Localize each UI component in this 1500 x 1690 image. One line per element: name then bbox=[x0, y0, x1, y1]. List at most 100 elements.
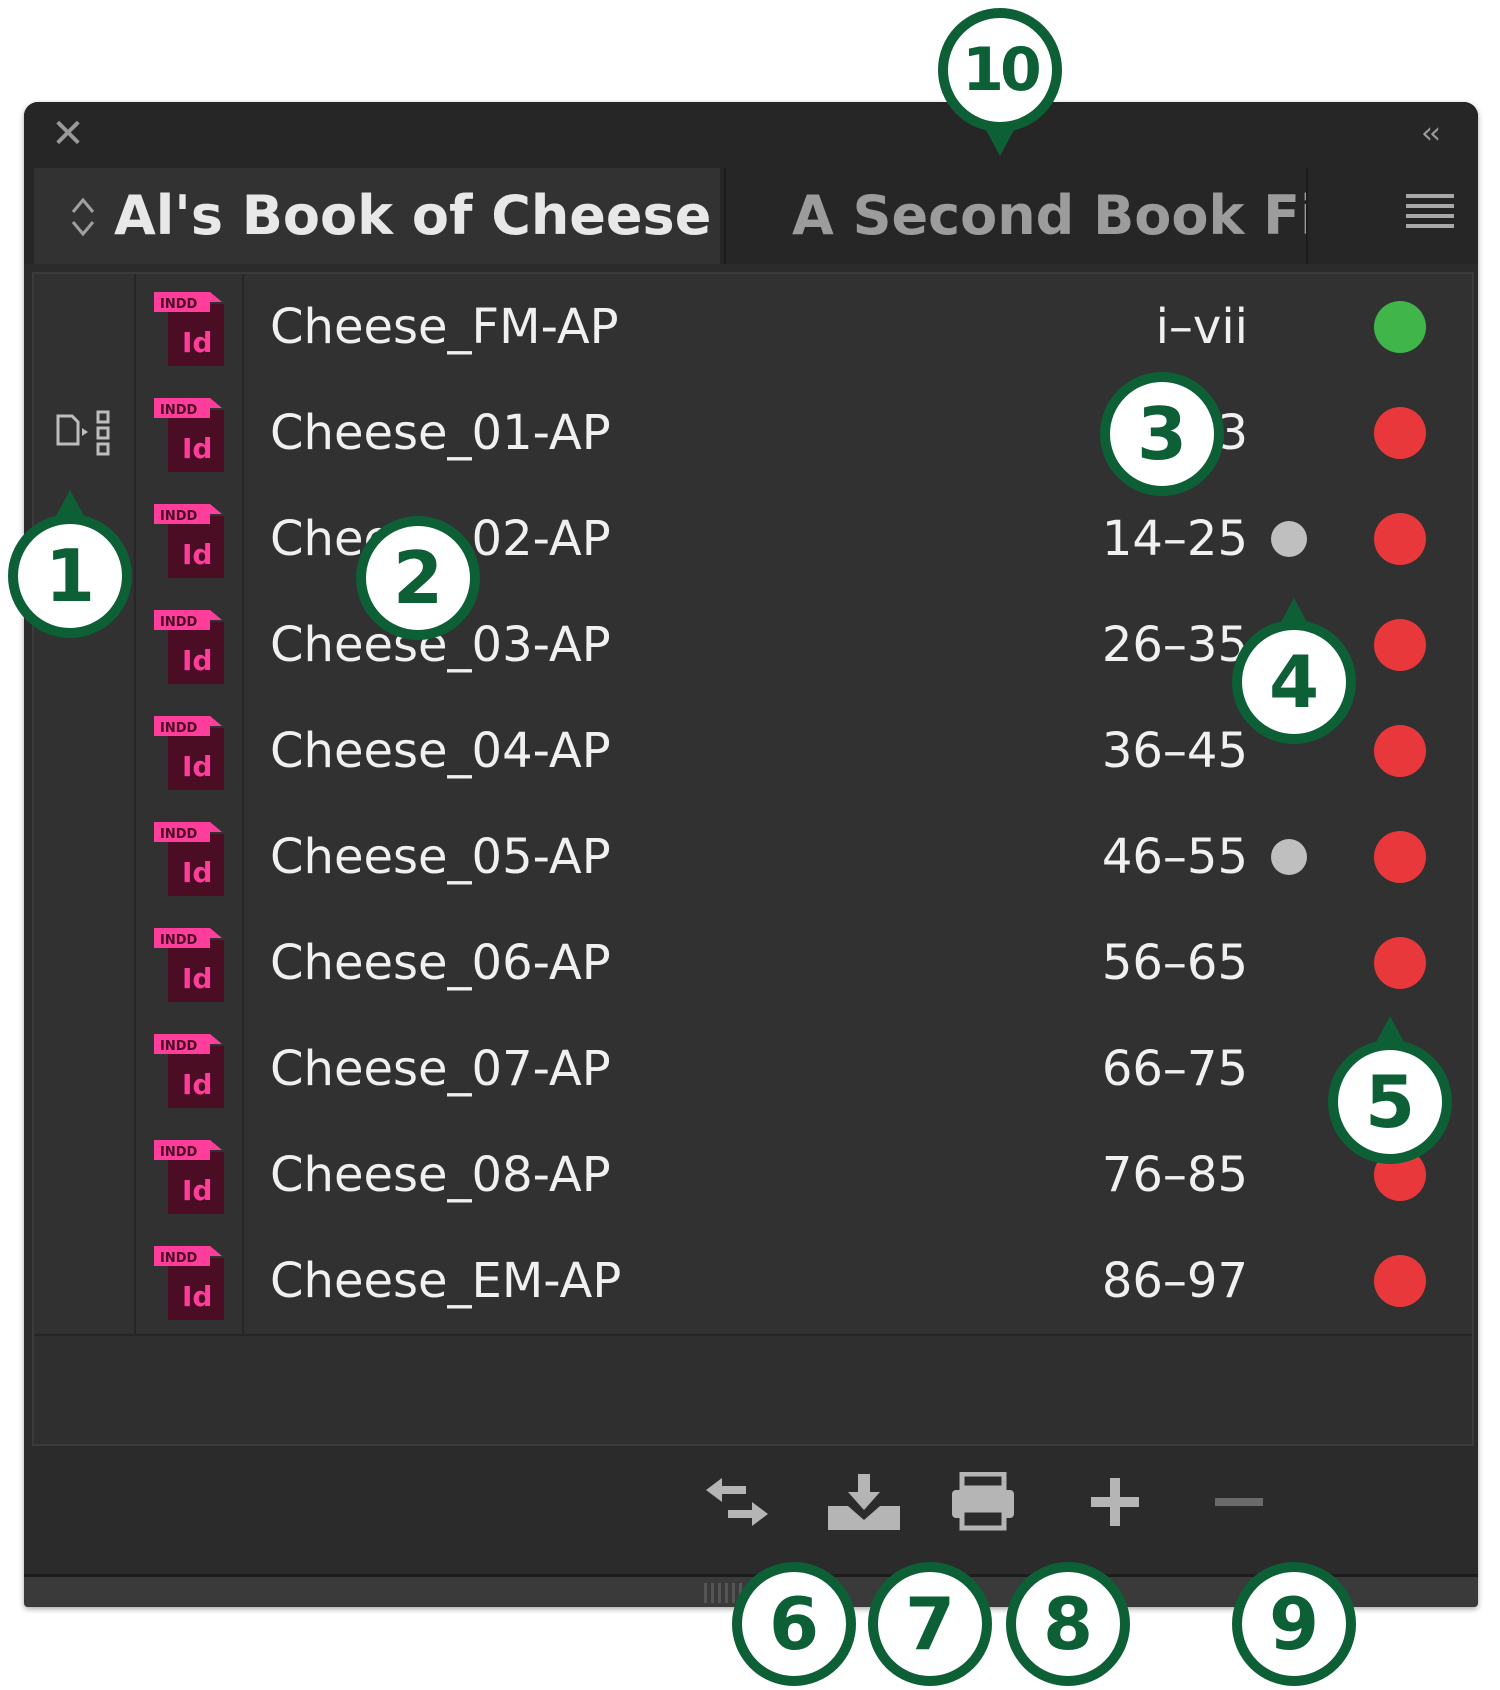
indesign-document-icon: INDD Id bbox=[154, 822, 224, 896]
indesign-document-icon: INDD Id bbox=[154, 398, 224, 472]
document-icon-cell: INDD Id bbox=[136, 592, 244, 698]
svg-text:INDD: INDD bbox=[160, 403, 198, 418]
document-icon-cell: INDD Id bbox=[136, 1122, 244, 1228]
document-icon-cell: INDD Id bbox=[136, 1016, 244, 1122]
page-range: 76–85 bbox=[1101, 1147, 1248, 1203]
svg-text:Id: Id bbox=[182, 644, 212, 677]
svg-text:Id: Id bbox=[182, 538, 212, 571]
indesign-document-icon: INDD Id bbox=[154, 1034, 224, 1108]
document-row[interactable]: INDDIdCheese_01-AP1–13 bbox=[34, 380, 1472, 488]
callout-2: 2 bbox=[356, 516, 480, 640]
callout-6: 6 bbox=[732, 1562, 856, 1686]
indesign-document-icon: INDD Id bbox=[154, 504, 224, 578]
panel-footer bbox=[24, 1450, 1478, 1560]
callout-4-pointer bbox=[1280, 598, 1308, 624]
document-row[interactable]: INDD Id Cheese_FM-AP i–vii bbox=[34, 274, 1472, 382]
page-range: 66–75 bbox=[1101, 1041, 1248, 1097]
indesign-document-icon: INDD Id bbox=[154, 1140, 224, 1214]
callout-7: 7 bbox=[868, 1562, 992, 1686]
document-status-icon bbox=[1374, 513, 1426, 565]
save-book-icon[interactable] bbox=[824, 1472, 904, 1532]
document-row[interactable]: INDD Id Cheese_05-AP 46–55 bbox=[34, 804, 1472, 912]
document-status-icon bbox=[1374, 937, 1426, 989]
book-panel: ✕ ‹‹ Al's Book of Cheese A Second Book F… bbox=[24, 102, 1478, 1607]
callout-4: 4 bbox=[1232, 620, 1356, 744]
document-status-icon bbox=[1374, 1255, 1426, 1307]
print-book-icon[interactable] bbox=[948, 1472, 1018, 1532]
document-name: Cheese_05-AP bbox=[270, 829, 611, 885]
indesign-document-icon: INDD Id bbox=[154, 1246, 224, 1320]
document-row[interactable]: INDD Id Cheese_07-AP 66–75 bbox=[34, 1016, 1472, 1124]
document-name: Cheese_04-AP bbox=[270, 723, 611, 779]
style-source-column[interactable] bbox=[34, 1016, 136, 1122]
callout-8: 8 bbox=[1006, 1562, 1130, 1686]
svg-text:Id: Id bbox=[182, 1280, 212, 1313]
callout-9: 9 bbox=[1232, 1562, 1356, 1686]
document-name: Cheese_08-AP bbox=[270, 1147, 611, 1203]
style-source-column[interactable] bbox=[34, 804, 136, 910]
remove-document-icon[interactable] bbox=[1204, 1472, 1274, 1532]
callout-5: 5 bbox=[1328, 1040, 1452, 1164]
document-name: Cheese_01-AP bbox=[270, 405, 611, 461]
document-icon-cell: INDD Id bbox=[136, 698, 244, 804]
document-row[interactable]: INDDIdCheese_02-AP14–25 bbox=[34, 486, 1472, 594]
panel-titlebar: ✕ ‹‹ bbox=[24, 102, 1478, 168]
page-range: i–vii bbox=[1155, 299, 1248, 355]
indesign-document-icon: INDD Id bbox=[154, 716, 224, 790]
document-name: Cheese_FM-AP bbox=[270, 299, 619, 355]
document-row[interactable]: INDD Id Cheese_06-AP 56–65 bbox=[34, 910, 1472, 1018]
document-row[interactable]: INDD Id Cheese_08-AP 76–85 bbox=[34, 1122, 1472, 1230]
document-status-icon bbox=[1374, 301, 1426, 353]
modified-indicator-icon bbox=[1271, 521, 1307, 557]
tab-bar: Al's Book of Cheese A Second Book File bbox=[24, 168, 1478, 264]
svg-text:INDD: INDD bbox=[160, 615, 198, 630]
style-source-column[interactable] bbox=[34, 698, 136, 804]
svg-text:Id: Id bbox=[182, 1068, 212, 1101]
svg-text:INDD: INDD bbox=[160, 1251, 198, 1266]
style-source-column[interactable] bbox=[34, 1122, 136, 1228]
indesign-document-icon: INDD Id bbox=[154, 292, 224, 366]
document-status-icon bbox=[1374, 725, 1426, 777]
document-icon-cell: INDD Id bbox=[136, 804, 244, 910]
document-row[interactable]: INDD Id Cheese_EM-AP 86–97 bbox=[34, 1228, 1472, 1336]
tab-book-active[interactable]: Al's Book of Cheese bbox=[34, 168, 720, 264]
style-source-column[interactable] bbox=[34, 380, 136, 486]
document-list: INDD Id Cheese_FM-AP i–vii INDD Id Cheese_01-A… bbox=[32, 272, 1474, 1446]
style-source-column[interactable] bbox=[34, 910, 136, 1016]
page-range: 56–65 bbox=[1101, 935, 1248, 991]
style-source-column[interactable] bbox=[34, 1228, 136, 1334]
panel-menu-icon[interactable] bbox=[1406, 194, 1454, 234]
callout-1: 1 bbox=[8, 514, 132, 638]
document-name: Cheese_07-AP bbox=[270, 1041, 611, 1097]
indesign-document-icon: INDD Id bbox=[154, 610, 224, 684]
modified-indicator-icon bbox=[1271, 839, 1307, 875]
page-range: 14–25 bbox=[1101, 511, 1248, 567]
document-status-icon bbox=[1374, 407, 1426, 459]
close-icon[interactable]: ✕ bbox=[46, 112, 90, 156]
add-document-icon[interactable] bbox=[1080, 1472, 1150, 1532]
page-range: 46–55 bbox=[1101, 829, 1248, 885]
svg-text:INDD: INDD bbox=[160, 1039, 198, 1054]
callout-10-pointer bbox=[986, 130, 1014, 156]
document-icon-cell: INDD Id bbox=[136, 1228, 244, 1334]
svg-text:INDD: INDD bbox=[160, 827, 198, 842]
callout-5-pointer bbox=[1376, 1016, 1404, 1042]
callout-1-pointer bbox=[56, 490, 84, 516]
synchronize-icon[interactable] bbox=[702, 1472, 772, 1532]
tab-book-second[interactable]: A Second Book File bbox=[724, 168, 1308, 264]
callout-10: 10 bbox=[938, 8, 1062, 132]
document-status-icon bbox=[1374, 831, 1426, 883]
collapse-icon[interactable]: ‹‹ bbox=[1404, 112, 1454, 156]
style-source-column[interactable] bbox=[34, 274, 136, 380]
document-name: Cheese_EM-AP bbox=[270, 1253, 622, 1309]
document-icon-cell: INDD Id bbox=[136, 486, 244, 592]
tab-label: Al's Book of Cheese bbox=[114, 184, 712, 247]
svg-text:Id: Id bbox=[182, 326, 212, 359]
document-status-icon bbox=[1374, 619, 1426, 671]
tab-switch-arrows-icon bbox=[71, 197, 95, 237]
page-range: 86–97 bbox=[1101, 1253, 1248, 1309]
svg-text:Id: Id bbox=[182, 962, 212, 995]
svg-text:Id: Id bbox=[182, 1174, 212, 1207]
svg-text:INDD: INDD bbox=[160, 721, 198, 736]
svg-text:INDD: INDD bbox=[160, 1145, 198, 1160]
